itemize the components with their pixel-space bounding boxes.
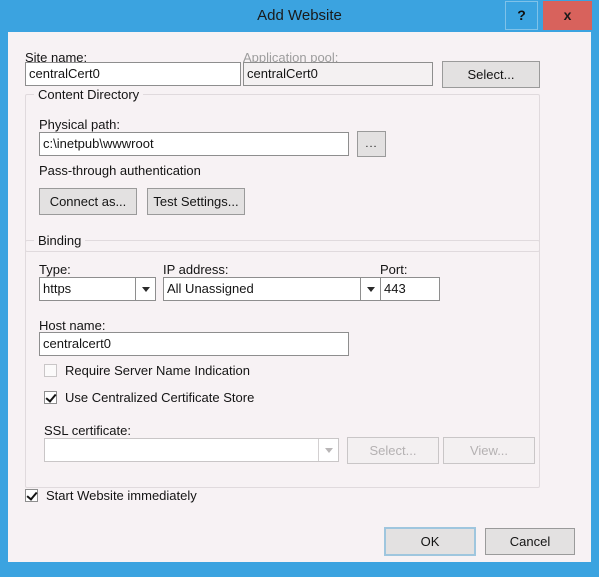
binding-type-label: Type:	[39, 262, 71, 277]
binding-group-title: Binding	[34, 233, 86, 248]
require-sni-checkbox[interactable]: Require Server Name Indication	[44, 363, 250, 378]
checkbox-box[interactable]	[44, 391, 57, 404]
ssl-view-button[interactable]: View...	[443, 437, 535, 464]
select-app-pool-button[interactable]: Select...	[442, 61, 540, 88]
port-input[interactable]: 443	[380, 277, 440, 301]
ssl-select-button[interactable]: Select...	[347, 437, 439, 464]
start-website-immediately-checkbox[interactable]: Start Website immediately	[25, 488, 197, 503]
checkbox-box[interactable]	[44, 364, 57, 377]
ip-address-label: IP address:	[163, 262, 229, 277]
ssl-certificate-select[interactable]	[44, 438, 339, 462]
dialog-body: Site name: centralCert0 Application pool…	[8, 32, 591, 562]
use-centralized-certificate-store-checkbox[interactable]: Use Centralized Certificate Store	[44, 390, 254, 405]
physical-path-label: Physical path:	[39, 117, 120, 132]
application-pool-input[interactable]: centralCert0	[243, 62, 433, 86]
use-ccs-label: Use Centralized Certificate Store	[65, 390, 255, 405]
physical-path-input[interactable]: c:\inetpub\wwwroot	[39, 132, 349, 156]
test-settings-button[interactable]: Test Settings...	[147, 188, 245, 215]
cancel-button[interactable]: Cancel	[485, 528, 575, 555]
site-name-input[interactable]: centralCert0	[25, 62, 241, 86]
help-icon[interactable]: ?	[505, 1, 538, 30]
checkbox-box[interactable]	[25, 489, 38, 502]
add-website-dialog: Add Website ? x Site name: centralCert0 …	[0, 0, 599, 577]
title-bar[interactable]: Add Website ? x	[0, 0, 599, 32]
require-sni-label: Require Server Name Indication	[65, 363, 250, 378]
binding-type-select[interactable]: https	[39, 277, 156, 301]
browse-physical-path-button[interactable]: ...	[357, 131, 386, 157]
chevron-down-icon[interactable]	[318, 439, 338, 461]
ip-address-value: All Unassigned	[167, 281, 254, 296]
ssl-certificate-label: SSL certificate:	[44, 423, 131, 438]
port-label: Port:	[380, 262, 408, 277]
connect-as-button[interactable]: Connect as...	[39, 188, 137, 215]
chevron-down-icon[interactable]	[135, 278, 155, 300]
host-name-label: Host name:	[39, 318, 106, 333]
start-website-label: Start Website immediately	[46, 488, 197, 503]
host-name-input[interactable]: centralcert0	[39, 332, 349, 356]
pass-through-authentication-label: Pass-through authentication	[39, 163, 201, 178]
chevron-down-icon[interactable]	[360, 278, 380, 300]
ip-address-select[interactable]: All Unassigned	[163, 277, 381, 301]
content-directory-group-title: Content Directory	[34, 87, 144, 102]
ok-button[interactable]: OK	[384, 527, 476, 556]
binding-type-value: https	[43, 281, 72, 296]
close-icon[interactable]: x	[543, 1, 592, 30]
